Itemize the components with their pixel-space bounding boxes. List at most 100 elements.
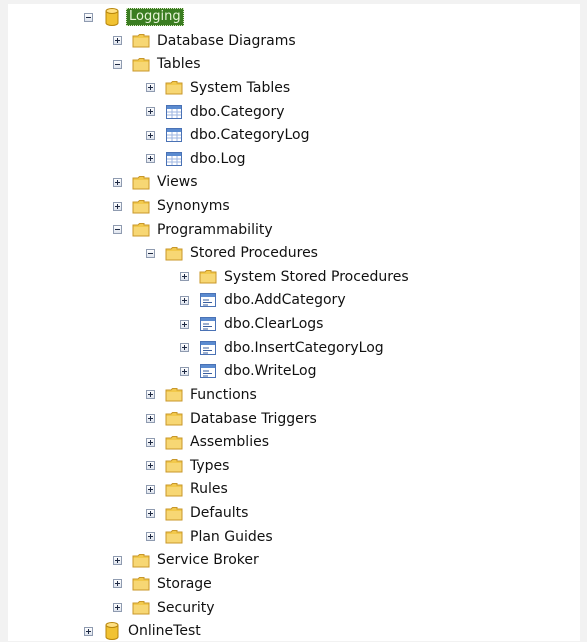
tree-node-label: dbo.CategoryLog	[190, 127, 310, 144]
expand-toggle[interactable]	[146, 83, 155, 93]
tree-node-service-broker[interactable]: Service Broker	[113, 549, 261, 571]
tree-node-dbo-category[interactable]: dbo.Category	[146, 101, 287, 123]
tree-node-views[interactable]: Views	[113, 171, 200, 193]
tree-node-system-tables[interactable]: System Tables	[146, 77, 292, 99]
tree-node-synonyms[interactable]: Synonyms	[113, 195, 232, 217]
tree-node-label: Programmability	[157, 221, 273, 238]
collapse-toggle[interactable]	[113, 59, 122, 69]
folder-icon	[132, 32, 150, 50]
tree-node-plan-guides[interactable]: Plan Guides	[146, 526, 275, 548]
stored-procedure-icon	[199, 362, 217, 380]
tree-node-label: Assemblies	[190, 434, 269, 451]
tree-node-label: dbo.Log	[190, 150, 246, 167]
tree-node-label: dbo.AddCategory	[224, 292, 346, 309]
tree-node-database-diagrams[interactable]: Database Diagrams	[113, 30, 298, 52]
folder-icon	[132, 599, 150, 617]
tree-node-dbo-clearlogs[interactable]: dbo.ClearLogs	[180, 313, 325, 335]
expand-toggle[interactable]	[113, 555, 122, 565]
database-icon	[103, 622, 121, 641]
tree-node-functions[interactable]: Functions	[146, 384, 259, 406]
folder-icon	[165, 457, 183, 475]
tree-node-storage[interactable]: Storage	[113, 573, 214, 595]
expand-toggle[interactable]	[113, 177, 122, 187]
tree-node-label: Rules	[190, 481, 228, 498]
table-icon	[165, 126, 183, 144]
expand-toggle[interactable]	[84, 626, 93, 636]
folder-icon	[132, 173, 150, 191]
tree-node-logging[interactable]: Logging	[84, 6, 184, 28]
tree-node-database-triggers[interactable]: Database Triggers	[146, 408, 319, 430]
expand-toggle[interactable]	[180, 272, 189, 282]
tree-node-onlinetest[interactable]: OnlineTest	[84, 620, 203, 642]
stored-procedure-icon	[199, 339, 217, 357]
folder-icon	[132, 221, 150, 239]
tree-node-label: Database Triggers	[190, 410, 317, 427]
folder-icon	[132, 197, 150, 215]
collapse-toggle[interactable]	[113, 225, 122, 235]
tree-node-types[interactable]: Types	[146, 455, 231, 477]
folder-icon	[165, 504, 183, 522]
expand-toggle[interactable]	[180, 295, 189, 305]
tree-node-security[interactable]: Security	[113, 597, 217, 619]
tree-node-label: Synonyms	[157, 198, 230, 214]
tree-node-rules[interactable]: Rules	[146, 478, 230, 500]
folder-icon	[165, 528, 183, 546]
tree-node-label: Defaults	[190, 505, 249, 521]
expand-toggle[interactable]	[146, 154, 155, 164]
expand-toggle[interactable]	[113, 603, 122, 612]
expand-toggle[interactable]	[146, 484, 155, 494]
folder-icon	[199, 268, 217, 286]
tree-node-label: OnlineTest	[128, 623, 201, 640]
expand-toggle[interactable]	[146, 414, 155, 423]
tree-node-dbo-writelog[interactable]: dbo.WriteLog	[180, 360, 319, 382]
tree-node-assemblies[interactable]: Assemblies	[146, 431, 271, 453]
folder-icon	[165, 79, 183, 97]
table-icon	[165, 150, 183, 168]
tree-node-dbo-log[interactable]: dbo.Log	[146, 148, 248, 170]
collapse-toggle[interactable]	[84, 12, 93, 22]
tree-node-label: dbo.InsertCategoryLog	[224, 339, 384, 356]
expand-toggle[interactable]	[146, 508, 155, 518]
folder-icon	[165, 244, 183, 262]
expand-toggle[interactable]	[146, 107, 155, 116]
tree-node-label: dbo.Category	[190, 103, 285, 120]
folder-icon	[165, 410, 183, 428]
tree-node-label: Storage	[157, 575, 212, 592]
tree-node-label: System Stored Procedures	[224, 268, 409, 285]
tree-node-label: Security	[157, 599, 215, 616]
expand-toggle[interactable]	[146, 532, 155, 542]
expand-toggle[interactable]	[146, 437, 155, 447]
tree-node-label: Service Broker	[157, 552, 259, 569]
folder-icon	[132, 55, 150, 73]
tree-node-label: Functions	[190, 386, 257, 403]
expand-toggle[interactable]	[146, 390, 155, 400]
tree-node-label: Tables	[157, 56, 201, 73]
tree-node-label: dbo.WriteLog	[224, 363, 317, 380]
tree-node-label: Logging	[126, 8, 184, 26]
expand-toggle[interactable]	[180, 343, 189, 353]
tree-node-dbo-categorylog[interactable]: dbo.CategoryLog	[146, 124, 312, 146]
expand-toggle[interactable]	[146, 461, 155, 471]
folder-icon	[132, 551, 150, 569]
expand-toggle[interactable]	[146, 130, 155, 140]
folder-icon	[165, 480, 183, 498]
tree-node-system-stored-procedures[interactable]: System Stored Procedures	[180, 266, 411, 288]
expand-toggle[interactable]	[113, 36, 122, 46]
tree-node-stored-procedures[interactable]: Stored Procedures	[146, 242, 320, 264]
tree-node-label: Plan Guides	[190, 528, 273, 545]
tree-node-programmability[interactable]: Programmability	[113, 219, 275, 241]
folder-icon	[165, 386, 183, 404]
tree-node-dbo-addcategory[interactable]: dbo.AddCategory	[180, 289, 348, 311]
tree-node-dbo-insertcategorylog[interactable]: dbo.InsertCategoryLog	[180, 337, 386, 359]
expand-toggle[interactable]	[180, 319, 189, 329]
tree-node-label: Types	[190, 457, 230, 474]
expand-toggle[interactable]	[113, 579, 122, 589]
stored-procedure-icon	[199, 315, 217, 333]
tree-node-tables[interactable]: Tables	[113, 53, 203, 75]
collapse-toggle[interactable]	[146, 248, 155, 258]
expand-toggle[interactable]	[180, 366, 189, 376]
folder-icon	[165, 433, 183, 451]
expand-toggle[interactable]	[113, 201, 122, 211]
tree-node-defaults[interactable]: Defaults	[146, 502, 250, 524]
tree-node-label: System Tables	[190, 79, 291, 96]
